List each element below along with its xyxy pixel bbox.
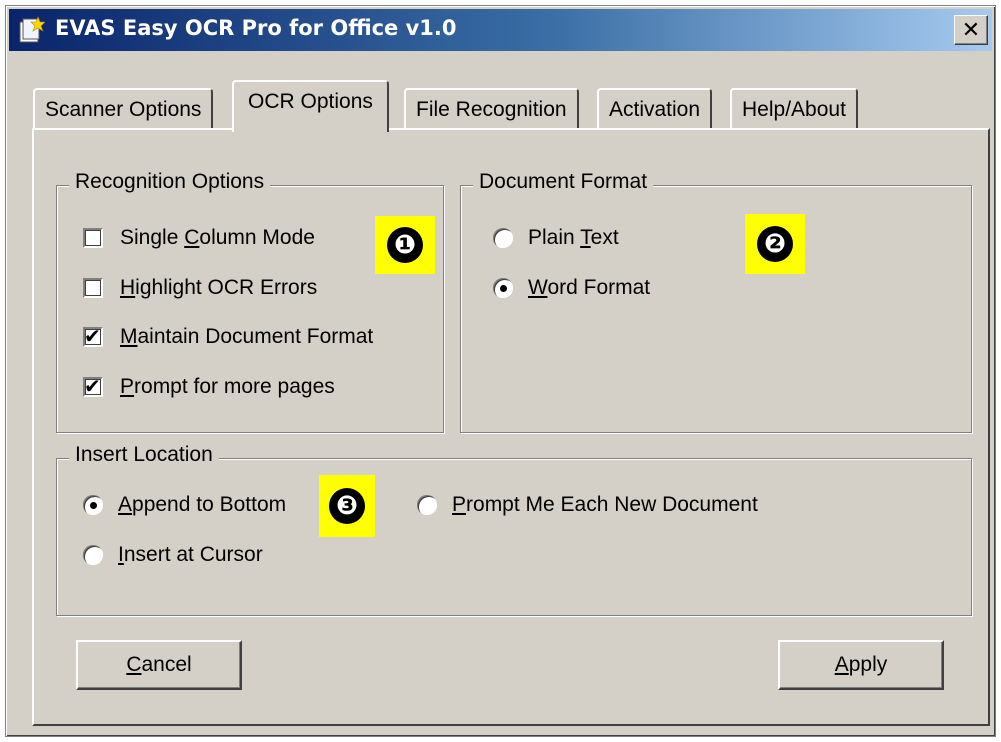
annotation-marker-2: ❷ xyxy=(745,214,805,274)
highlight-ocr-errors-checkbox[interactable]: Highlight OCR Errors xyxy=(83,276,317,300)
radio-button[interactable] xyxy=(493,278,513,298)
annotation-marker-3: ❸ xyxy=(319,475,375,537)
append-to-bottom-radio[interactable]: Append to Bottom xyxy=(83,493,286,517)
insert-location-group: Insert Location Append to Bottom Prompt … xyxy=(56,443,972,616)
radio-label: Word Format xyxy=(528,276,651,299)
insert-at-cursor-radio[interactable]: Insert at Cursor xyxy=(83,543,263,567)
apply-button[interactable]: Apply xyxy=(778,640,944,690)
checkbox-box[interactable] xyxy=(83,228,103,248)
ocr-options-dialog: EVAS Easy OCR Pro for Office v1.0 ✕ Scan… xyxy=(5,5,996,737)
tab-file-recognition[interactable]: File Recognition xyxy=(404,88,579,130)
single-column-mode-checkbox[interactable]: Single Column Mode xyxy=(83,226,315,250)
prompt-me-each-new-document-radio[interactable]: Prompt Me Each New Document xyxy=(417,493,758,517)
plain-text-radio[interactable]: Plain Text xyxy=(493,226,619,250)
checkbox-box[interactable]: ✔ xyxy=(83,324,103,348)
apply-button-label: Apply xyxy=(834,653,888,676)
radio-button[interactable] xyxy=(83,495,103,515)
checkbox-label: Single Column Mode xyxy=(120,226,315,249)
radio-button[interactable] xyxy=(493,228,513,248)
window-title: EVAS Easy OCR Pro for Office v1.0 xyxy=(55,16,457,40)
tab-scanner-options[interactable]: Scanner Options xyxy=(33,88,214,130)
tab-label: Help/About xyxy=(742,98,846,121)
tab-label: OCR Options xyxy=(248,90,373,113)
cancel-button-label: Cancel xyxy=(126,653,192,676)
radio-button[interactable] xyxy=(83,545,103,565)
app-icon xyxy=(19,16,45,43)
checkbox-box[interactable]: ✔ xyxy=(83,374,103,398)
radio-button[interactable] xyxy=(417,495,437,515)
tab-activation[interactable]: Activation xyxy=(597,88,713,130)
document-format-group: Document Format Plain Text Word Format ❷ xyxy=(460,170,972,433)
annotation-marker-1: ❶ xyxy=(375,216,435,274)
document-format-legend: Document Format xyxy=(473,170,654,194)
tab-label: Activation xyxy=(609,98,701,121)
radio-label: Append to Bottom xyxy=(118,493,287,516)
checkbox-box[interactable] xyxy=(83,278,103,298)
radio-selected-dot xyxy=(500,285,507,292)
radio-label: Plain Text xyxy=(528,226,619,249)
title-bar[interactable]: EVAS Easy OCR Pro for Office v1.0 ✕ xyxy=(9,9,992,51)
annotation-number: ❸ xyxy=(329,488,365,524)
annotation-number: ❷ xyxy=(757,226,793,262)
close-icon: ✕ xyxy=(961,17,981,43)
tab-label: File Recognition xyxy=(416,98,567,121)
maintain-document-format-checkbox[interactable]: ✔ Maintain Document Format xyxy=(83,324,374,349)
checkmark-icon: ✔ xyxy=(84,374,101,398)
prompt-for-more-pages-checkbox[interactable]: ✔ Prompt for more pages xyxy=(83,374,335,399)
radio-selected-dot xyxy=(90,502,97,509)
tab-help-about[interactable]: Help/About xyxy=(730,88,858,130)
recognition-options-legend: Recognition Options xyxy=(69,170,271,194)
cancel-button[interactable]: Cancel xyxy=(76,640,242,690)
close-button[interactable]: ✕ xyxy=(954,15,988,45)
radio-label: Prompt Me Each New Document xyxy=(452,493,758,516)
word-format-radio[interactable]: Word Format xyxy=(493,276,650,300)
recognition-options-group: Recognition Options Single Column Mode H… xyxy=(56,170,444,433)
insert-location-legend: Insert Location xyxy=(69,443,219,467)
radio-label: Insert at Cursor xyxy=(118,543,263,566)
annotation-number: ❶ xyxy=(387,227,423,263)
tab-ocr-options[interactable]: OCR Options xyxy=(232,80,389,132)
checkbox-label: Highlight OCR Errors xyxy=(120,276,318,299)
checkbox-label: Prompt for more pages xyxy=(120,375,335,398)
checkmark-icon: ✔ xyxy=(84,324,101,348)
ocr-options-panel: Recognition Options Single Column Mode H… xyxy=(32,128,990,726)
checkbox-label: Maintain Document Format xyxy=(120,325,374,348)
tab-label: Scanner Options xyxy=(45,98,202,121)
